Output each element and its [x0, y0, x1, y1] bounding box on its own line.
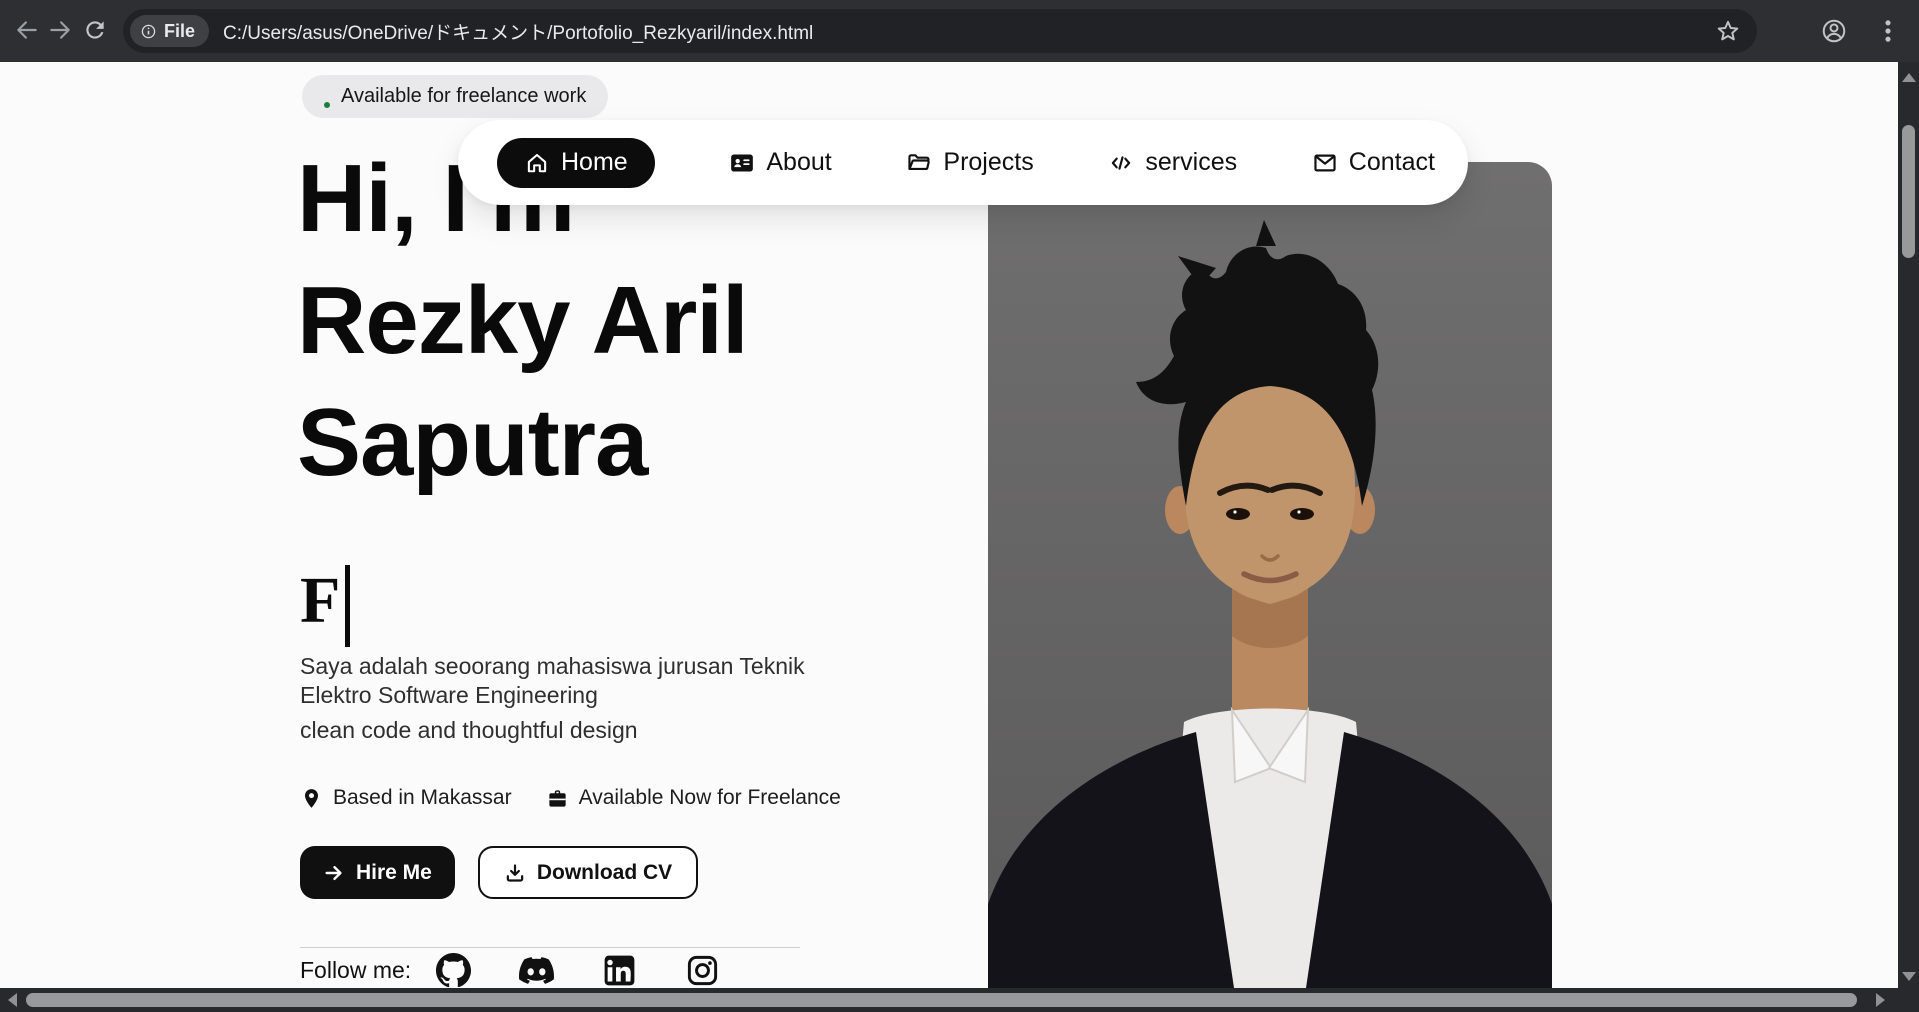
url-text: C:/Users/asus/OneDrive/ドキュメント/Portofolio… [223, 18, 1715, 45]
code-icon [1108, 150, 1134, 176]
browser-toolbar: File C:/Users/asus/OneDrive/ドキュメント/Porto… [0, 0, 1919, 62]
linkedin-icon [602, 953, 637, 988]
home-icon [524, 150, 550, 176]
location-pin-icon [300, 787, 323, 810]
scroll-down-arrow-icon[interactable] [1902, 972, 1916, 981]
github-icon [436, 953, 471, 988]
reload-icon[interactable] [82, 17, 108, 43]
download-icon [504, 862, 526, 884]
file-chip-label: File [164, 21, 195, 42]
hero-buttons: Hire Me Download CV [300, 846, 698, 899]
nav-item-label: Home [561, 148, 628, 177]
follow-label: Follow me: [300, 957, 411, 984]
scroll-up-arrow-icon[interactable] [1902, 73, 1916, 82]
social-link-discord[interactable] [519, 953, 554, 988]
instagram-icon [685, 953, 720, 988]
scroll-left-arrow-icon[interactable] [8, 993, 17, 1007]
envelope-icon [1312, 150, 1338, 176]
horizontal-scrollbar[interactable] [0, 988, 1919, 1012]
hero-meta-row: Based in Makassar Available Now for Free… [300, 786, 841, 810]
about-card-icon [729, 150, 755, 176]
social-link-github[interactable] [436, 953, 471, 988]
meta-location: Based in Makassar [300, 786, 512, 810]
meta-availability: Available Now for Freelance [546, 786, 841, 810]
nav-item-label: services [1145, 148, 1237, 177]
hero-description: Saya adalah seoorang mahasiswa jurusan T… [300, 652, 850, 745]
address-bar[interactable]: File C:/Users/asus/OneDrive/ドキュメント/Porto… [123, 9, 1757, 53]
menu-dots-icon[interactable] [1874, 17, 1902, 45]
meta-availability-text: Available Now for Freelance [579, 786, 841, 810]
vertical-scrollbar[interactable] [1898, 62, 1919, 988]
description-line1: Saya adalah seoorang mahasiswa jurusan T… [300, 652, 850, 710]
page-content: Available for freelance work Home About [0, 62, 1898, 988]
hire-me-button[interactable]: Hire Me [300, 846, 455, 899]
nav-item-contact[interactable]: Contact [1312, 148, 1435, 177]
briefcase-icon [546, 787, 569, 810]
nav-item-projects[interactable]: Projects [906, 148, 1033, 177]
hero-title-line2: Rezky Aril [297, 260, 748, 382]
social-link-instagram[interactable] [685, 953, 720, 988]
availability-badge-text: Available for freelance work [341, 85, 586, 108]
browser-window: File C:/Users/asus/OneDrive/ドキュメント/Porto… [0, 0, 1919, 1012]
nav-item-services[interactable]: services [1108, 148, 1237, 177]
nav-item-label: Projects [943, 148, 1033, 177]
portrait-illustration [988, 162, 1552, 988]
folder-icon [906, 150, 932, 176]
profile-photo [988, 162, 1552, 988]
availability-badge: Available for freelance work [302, 75, 608, 118]
hero-title-line3: Saputra [297, 382, 748, 504]
forward-icon[interactable] [47, 17, 73, 43]
typed-character: F [300, 568, 340, 634]
follow-row: Follow me: [300, 953, 720, 988]
back-icon[interactable] [14, 17, 40, 43]
nav-item-about[interactable]: About [729, 148, 831, 177]
follow-divider [300, 947, 800, 948]
status-dot-icon [324, 102, 330, 108]
download-cv-label: Download CV [537, 861, 672, 885]
arrow-right-icon [323, 862, 345, 884]
typing-cursor [345, 565, 350, 647]
file-scheme-chip[interactable]: File [130, 15, 209, 47]
info-icon [140, 23, 157, 40]
profile-icon[interactable] [1820, 17, 1848, 45]
horizontal-scrollbar-thumb[interactable] [26, 993, 1857, 1007]
nav-item-label: Contact [1349, 148, 1435, 177]
typewriter-text: F [300, 560, 350, 642]
social-link-linkedin[interactable] [602, 953, 637, 988]
vertical-scrollbar-thumb[interactable] [1902, 125, 1915, 258]
meta-location-text: Based in Makassar [333, 786, 512, 810]
scroll-right-arrow-icon[interactable] [1876, 993, 1885, 1007]
discord-icon [519, 953, 554, 988]
bookmark-star-icon[interactable] [1715, 18, 1741, 44]
main-nav: Home About Projects services [458, 120, 1468, 205]
hire-me-label: Hire Me [356, 861, 432, 885]
nav-item-home[interactable]: Home [497, 138, 655, 188]
description-line2: clean code and thoughtful design [300, 716, 850, 745]
nav-item-label: About [766, 148, 831, 177]
download-cv-button[interactable]: Download CV [478, 846, 698, 899]
